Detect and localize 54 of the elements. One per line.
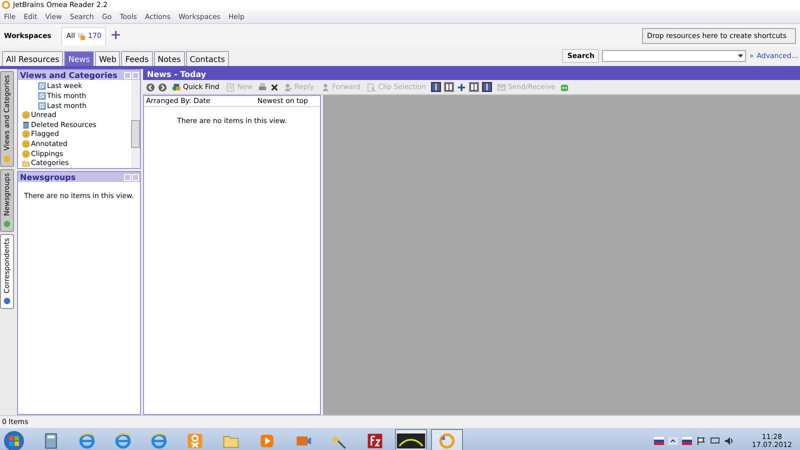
action-center-icon[interactable] [696, 437, 706, 445]
clip-icon [367, 82, 376, 92]
smiley-icon [22, 111, 30, 120]
pane-icon [3, 220, 11, 228]
resource-tab[interactable]: News [64, 51, 94, 66]
browser-e-icon [114, 432, 132, 450]
dropdown-arrow-icon[interactable] [738, 54, 744, 58]
chat-icon[interactable] [560, 82, 570, 92]
volume-icon[interactable] [724, 437, 734, 445]
layout-toggle[interactable] [468, 82, 479, 92]
calendar-icon [38, 82, 46, 90]
flag-icon[interactable] [682, 437, 692, 445]
taskbar-app[interactable] [395, 429, 427, 450]
person-icon [284, 82, 293, 92]
smiley-icon [22, 130, 30, 138]
start-button[interactable] [3, 430, 25, 450]
layout-toggle[interactable] [444, 82, 454, 92]
forward-icon[interactable] [158, 82, 167, 92]
pane-icon [3, 154, 11, 163]
network-icon[interactable] [710, 437, 720, 445]
folder-icon [22, 159, 30, 168]
app-logo-icon [2, 1, 10, 9]
document-icon [226, 82, 236, 92]
flag-icon[interactable] [654, 437, 664, 445]
layout-toggle[interactable] [430, 82, 441, 92]
scrollbar[interactable] [131, 80, 140, 168]
envelope-icon [496, 82, 506, 92]
browser-e-icon [78, 432, 96, 450]
show-hidden-icon[interactable] [668, 437, 678, 445]
play-icon [258, 432, 276, 450]
pane-title: Newsgroups [20, 172, 77, 182]
pane-title: Views and Categories [20, 70, 118, 80]
feed-icon [77, 32, 86, 40]
pane-title: News - Today [143, 69, 800, 80]
calculator-icon [42, 432, 60, 450]
resource-tab[interactable]: Feeds [121, 51, 153, 66]
binoculars-icon [172, 82, 181, 92]
resource-tab[interactable]: Contacts [186, 51, 230, 66]
trash-icon [22, 120, 30, 129]
browser-e-icon [150, 432, 168, 450]
ring-app-icon [438, 432, 456, 450]
back-icon[interactable] [146, 82, 155, 92]
delete-icon[interactable] [270, 82, 279, 92]
pane-icon [3, 296, 11, 305]
resource-tab[interactable]: All Resources [2, 51, 64, 66]
social-app-icon [186, 432, 204, 450]
add-workspace-button[interactable]: + [110, 28, 122, 43]
split-icon[interactable] [456, 82, 466, 92]
layout-toggle[interactable] [482, 82, 492, 92]
resource-tab[interactable]: Notes [154, 51, 185, 66]
search-field[interactable] [602, 50, 746, 62]
fz-icon [366, 432, 384, 450]
person-icon [321, 82, 330, 92]
resource-tab[interactable]: Web [94, 51, 120, 66]
